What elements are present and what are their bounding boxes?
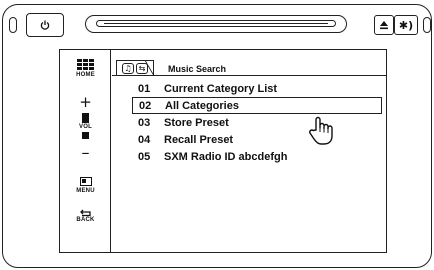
power-button[interactable] bbox=[26, 13, 64, 37]
display-screen: HOME + VOL – MENU BACK ♫ ⇆ Music Search … bbox=[59, 49, 387, 253]
menu-label: MENU bbox=[76, 188, 95, 194]
item-number: 04 bbox=[138, 133, 151, 146]
back-icon bbox=[79, 209, 91, 217]
list-item-current-category[interactable]: 01 Current Category List bbox=[132, 80, 382, 97]
home-grid-icon bbox=[77, 59, 94, 70]
home-label: HOME bbox=[76, 72, 95, 78]
item-label: SXM Radio ID abcdefgh bbox=[164, 150, 288, 163]
power-icon bbox=[40, 20, 50, 30]
menu-icon bbox=[79, 177, 92, 186]
disc-slot bbox=[85, 15, 347, 33]
item-label: Recall Preset bbox=[164, 133, 234, 146]
page-title: Music Search bbox=[168, 64, 227, 74]
eject-button[interactable] bbox=[374, 15, 394, 35]
minus-icon: – bbox=[81, 143, 90, 162]
sidebar: HOME + VOL – MENU BACK bbox=[60, 50, 111, 252]
eject-icon bbox=[380, 21, 388, 30]
volume-label: VOL bbox=[79, 124, 92, 130]
item-number: 02 bbox=[139, 99, 152, 112]
pointing-hand-icon bbox=[309, 116, 333, 145]
volume-up-button[interactable]: + bbox=[60, 93, 111, 111]
title-divider bbox=[112, 75, 386, 76]
list-item-recall-preset[interactable]: 04 Recall Preset bbox=[132, 131, 382, 148]
item-number: 03 bbox=[138, 116, 151, 129]
back-button[interactable]: BACK bbox=[60, 209, 111, 223]
left-knob[interactable] bbox=[9, 17, 17, 33]
volume-bar-upper-icon bbox=[60, 116, 111, 123]
item-label: Current Category List bbox=[164, 82, 278, 95]
home-button[interactable]: HOME bbox=[60, 59, 111, 78]
note-icon: ♫ bbox=[122, 62, 134, 74]
menu-button[interactable]: MENU bbox=[60, 177, 111, 194]
list-item-store-preset[interactable]: 03 Store Preset bbox=[132, 114, 382, 131]
right-knob[interactable] bbox=[423, 17, 431, 33]
plus-icon: + bbox=[79, 93, 92, 111]
list-item-sxm-radio-id[interactable]: 05 SXM Radio ID abcdefgh bbox=[132, 148, 382, 165]
head-unit-frame: ✱) HOME + VOL – MENU BACK ♫ ⇆ Music Sear… bbox=[2, 4, 432, 268]
mute-button[interactable]: ✱) bbox=[394, 15, 418, 35]
search-option-list: 01 Current Category List 02 All Categori… bbox=[132, 80, 382, 165]
disc-slot-line bbox=[104, 23, 328, 24]
item-label: All Categories bbox=[165, 99, 239, 112]
item-label: Store Preset bbox=[164, 116, 229, 129]
item-number: 05 bbox=[138, 150, 151, 163]
back-label: BACK bbox=[76, 217, 95, 223]
music-search-panel: ♫ ⇆ Music Search 01 Current Category Lis… bbox=[112, 50, 386, 252]
volume-bar-lower-icon bbox=[60, 132, 111, 139]
mute-icon: ✱) bbox=[398, 18, 414, 32]
volume-down-button[interactable]: – bbox=[60, 143, 111, 162]
list-item-all-categories[interactable]: 02 All Categories bbox=[132, 97, 382, 114]
item-number: 01 bbox=[138, 82, 151, 95]
